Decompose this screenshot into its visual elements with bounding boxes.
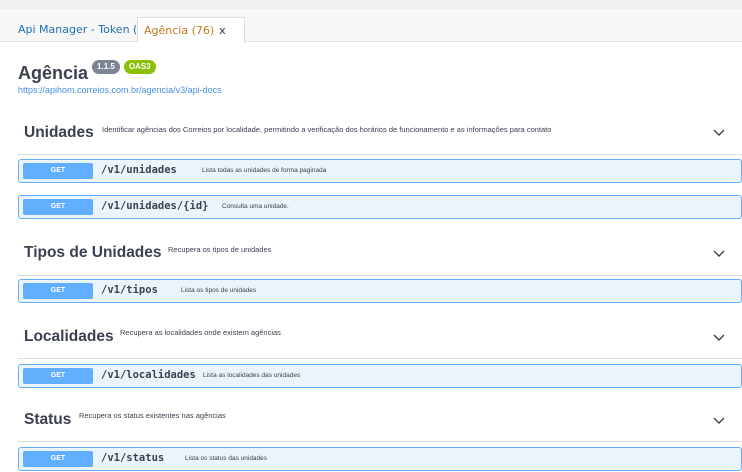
section-title: Localidades [24, 328, 114, 345]
chevron-down-icon[interactable] [712, 333, 726, 343]
section-title: Unidades [24, 124, 94, 141]
operation-get-status[interactable]: GET /v1/status Lista os status das unida… [18, 447, 742, 471]
tab-api-manager-token[interactable]: Api Manager - Token (5)x [12, 17, 160, 42]
api-title: Agência [18, 62, 89, 83]
section-title: Tipos de Unidades [24, 244, 162, 261]
method-badge: GET [23, 368, 93, 384]
api-docs-link[interactable]: https://apihom.correios.com.br/agencia/v… [18, 85, 222, 95]
method-badge: GET [23, 163, 93, 179]
chevron-down-icon[interactable] [712, 416, 726, 426]
section-unidades[interactable]: Unidades Identificar agências dos Correi… [18, 111, 742, 155]
version-badge: 1.1.5 [92, 60, 120, 74]
section-tipos-de-unidades[interactable]: Tipos de Unidades Recupera os tipos de u… [18, 232, 742, 276]
api-info: Agência 1.1.5 OAS3 https://apihom.correi… [18, 60, 222, 95]
operation-summary: Lista todas as unidades de forma paginad… [202, 167, 327, 174]
tab-agencia[interactable]: Agência (76) x [137, 17, 245, 43]
section-description: Recupera os tipos de unidades [168, 245, 272, 254]
tab-close-icon[interactable]: x [219, 24, 226, 37]
tab-label: Agência (76) [144, 24, 215, 37]
tab-label: Api Manager - Token (5) [18, 23, 149, 36]
chevron-down-icon[interactable] [712, 249, 726, 259]
operation-get-tipos[interactable]: GET /v1/tipos Lista os tipos de unidades [18, 279, 742, 303]
operation-path: /v1/status [101, 452, 165, 464]
operation-get-unidades[interactable]: GET /v1/unidades Lista todas as unidades… [18, 159, 742, 183]
section-description: Identificar agências dos Correios por lo… [102, 125, 552, 134]
operation-summary: Lista os status das unidades [185, 455, 268, 462]
operation-get-localidades[interactable]: GET /v1/localidades Lista as localidades… [18, 364, 742, 388]
operation-path: /v1/unidades [101, 164, 177, 176]
operation-path: /v1/localidades [101, 369, 196, 381]
section-description: Recupera as localidades onde existem agê… [120, 328, 281, 337]
method-badge: GET [23, 451, 93, 467]
method-badge: GET [23, 199, 93, 215]
section-description: Recupera os status existentes nas agênci… [79, 411, 226, 420]
operation-get-unidade-by-id[interactable]: GET /v1/unidades/{id} Consulta uma unida… [18, 195, 742, 219]
tab-strip: Api Manager - Token (5)x Agência (76) x [0, 0, 742, 43]
chevron-down-icon[interactable] [712, 128, 726, 138]
api-title-row: Agência 1.1.5 OAS3 [18, 60, 222, 84]
section-localidades[interactable]: Localidades Recupera as localidades onde… [18, 315, 742, 359]
section-title: Status [24, 411, 72, 428]
operation-summary: Consulta uma unidade. [222, 203, 289, 210]
operation-path: /v1/tipos [101, 284, 158, 296]
section-status[interactable]: Status Recupera os status existentes nas… [18, 398, 742, 442]
operation-path: /v1/unidades/{id} [101, 200, 209, 212]
method-badge: GET [23, 283, 93, 299]
oas-badge: OAS3 [123, 60, 156, 74]
operation-summary: Lista os tipos de unidades [181, 287, 257, 294]
operation-summary: Lista as localidades das unidades [203, 372, 301, 379]
tab-strip-top [0, 0, 742, 9]
